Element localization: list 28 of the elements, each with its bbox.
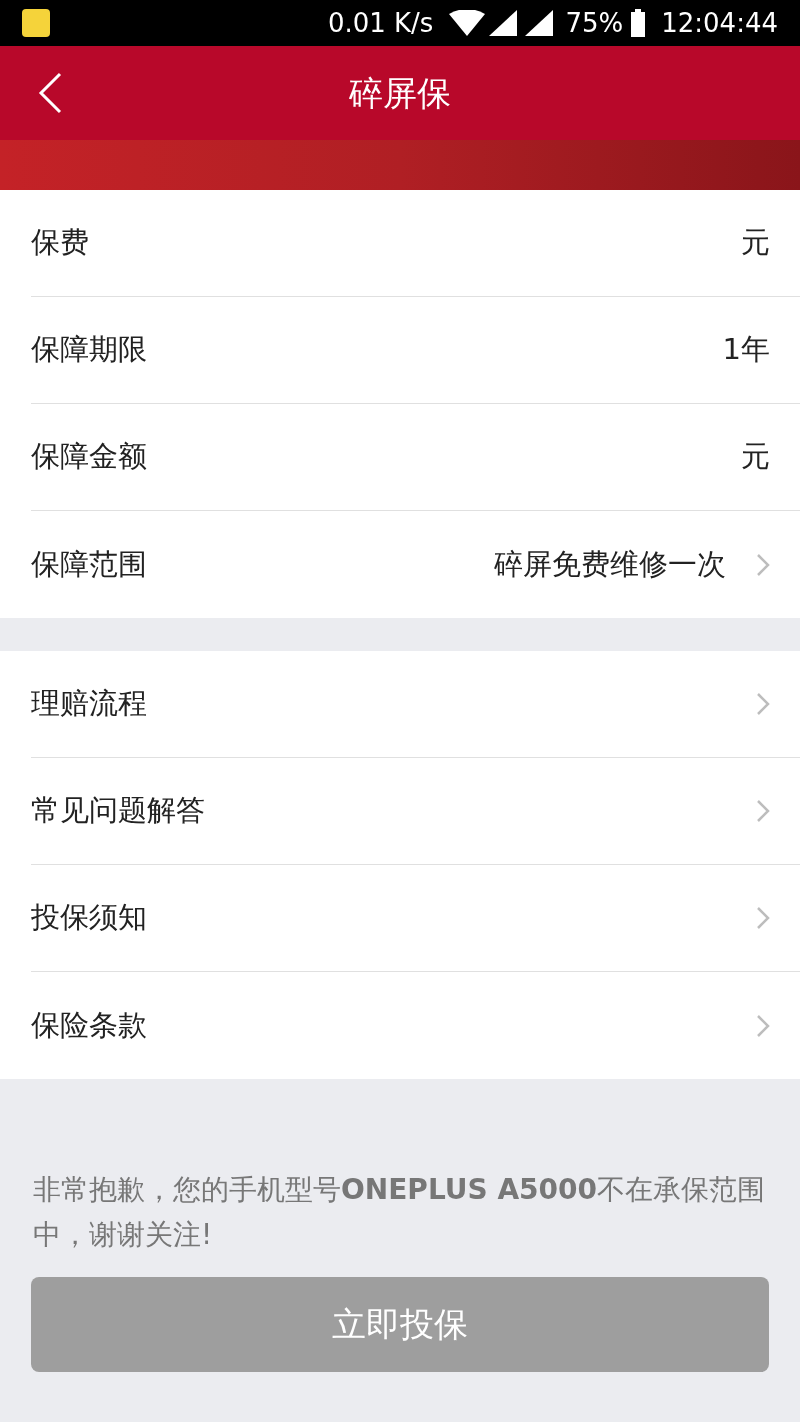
row-label: 保费 — [31, 224, 89, 262]
network-speed: 0.01 K/s — [327, 6, 434, 40]
row-label: 保障期限 — [31, 331, 147, 369]
row-label: 理赔流程 — [31, 685, 147, 723]
signal-icon — [525, 10, 554, 36]
back-icon — [38, 72, 62, 114]
chevron-icon — [756, 906, 770, 930]
page-title: 碎屏保 — [349, 71, 451, 115]
row-value: 元 — [741, 224, 770, 262]
chevron-icon — [756, 692, 770, 716]
chevron-icon — [756, 552, 770, 577]
chevron-icon — [756, 1013, 770, 1038]
notice-text: 非常抱歉，您的手机型号ONEPLUS A5000不在承保范围中，谢谢关注! — [33, 1172, 766, 1253]
signal-icon — [489, 10, 518, 36]
battery-percent: 75% — [565, 6, 624, 40]
app-notification-icon — [22, 9, 50, 37]
row-value: 1年 — [722, 331, 770, 369]
row-label: 保障范围 — [31, 545, 147, 583]
row-label: 保险条款 — [31, 1006, 147, 1044]
wifi-icon — [449, 10, 486, 36]
row-value: 元 — [741, 438, 770, 476]
chevron-icon — [756, 799, 770, 823]
clock: 12:04:44 — [661, 6, 778, 40]
row-value: 碎屏免费维修一次 — [494, 545, 726, 583]
row-label: 常见问题解答 — [31, 792, 205, 830]
row-label: 保障金额 — [31, 438, 147, 476]
row-label: 投保须知 — [31, 899, 147, 937]
battery-icon — [631, 9, 646, 37]
